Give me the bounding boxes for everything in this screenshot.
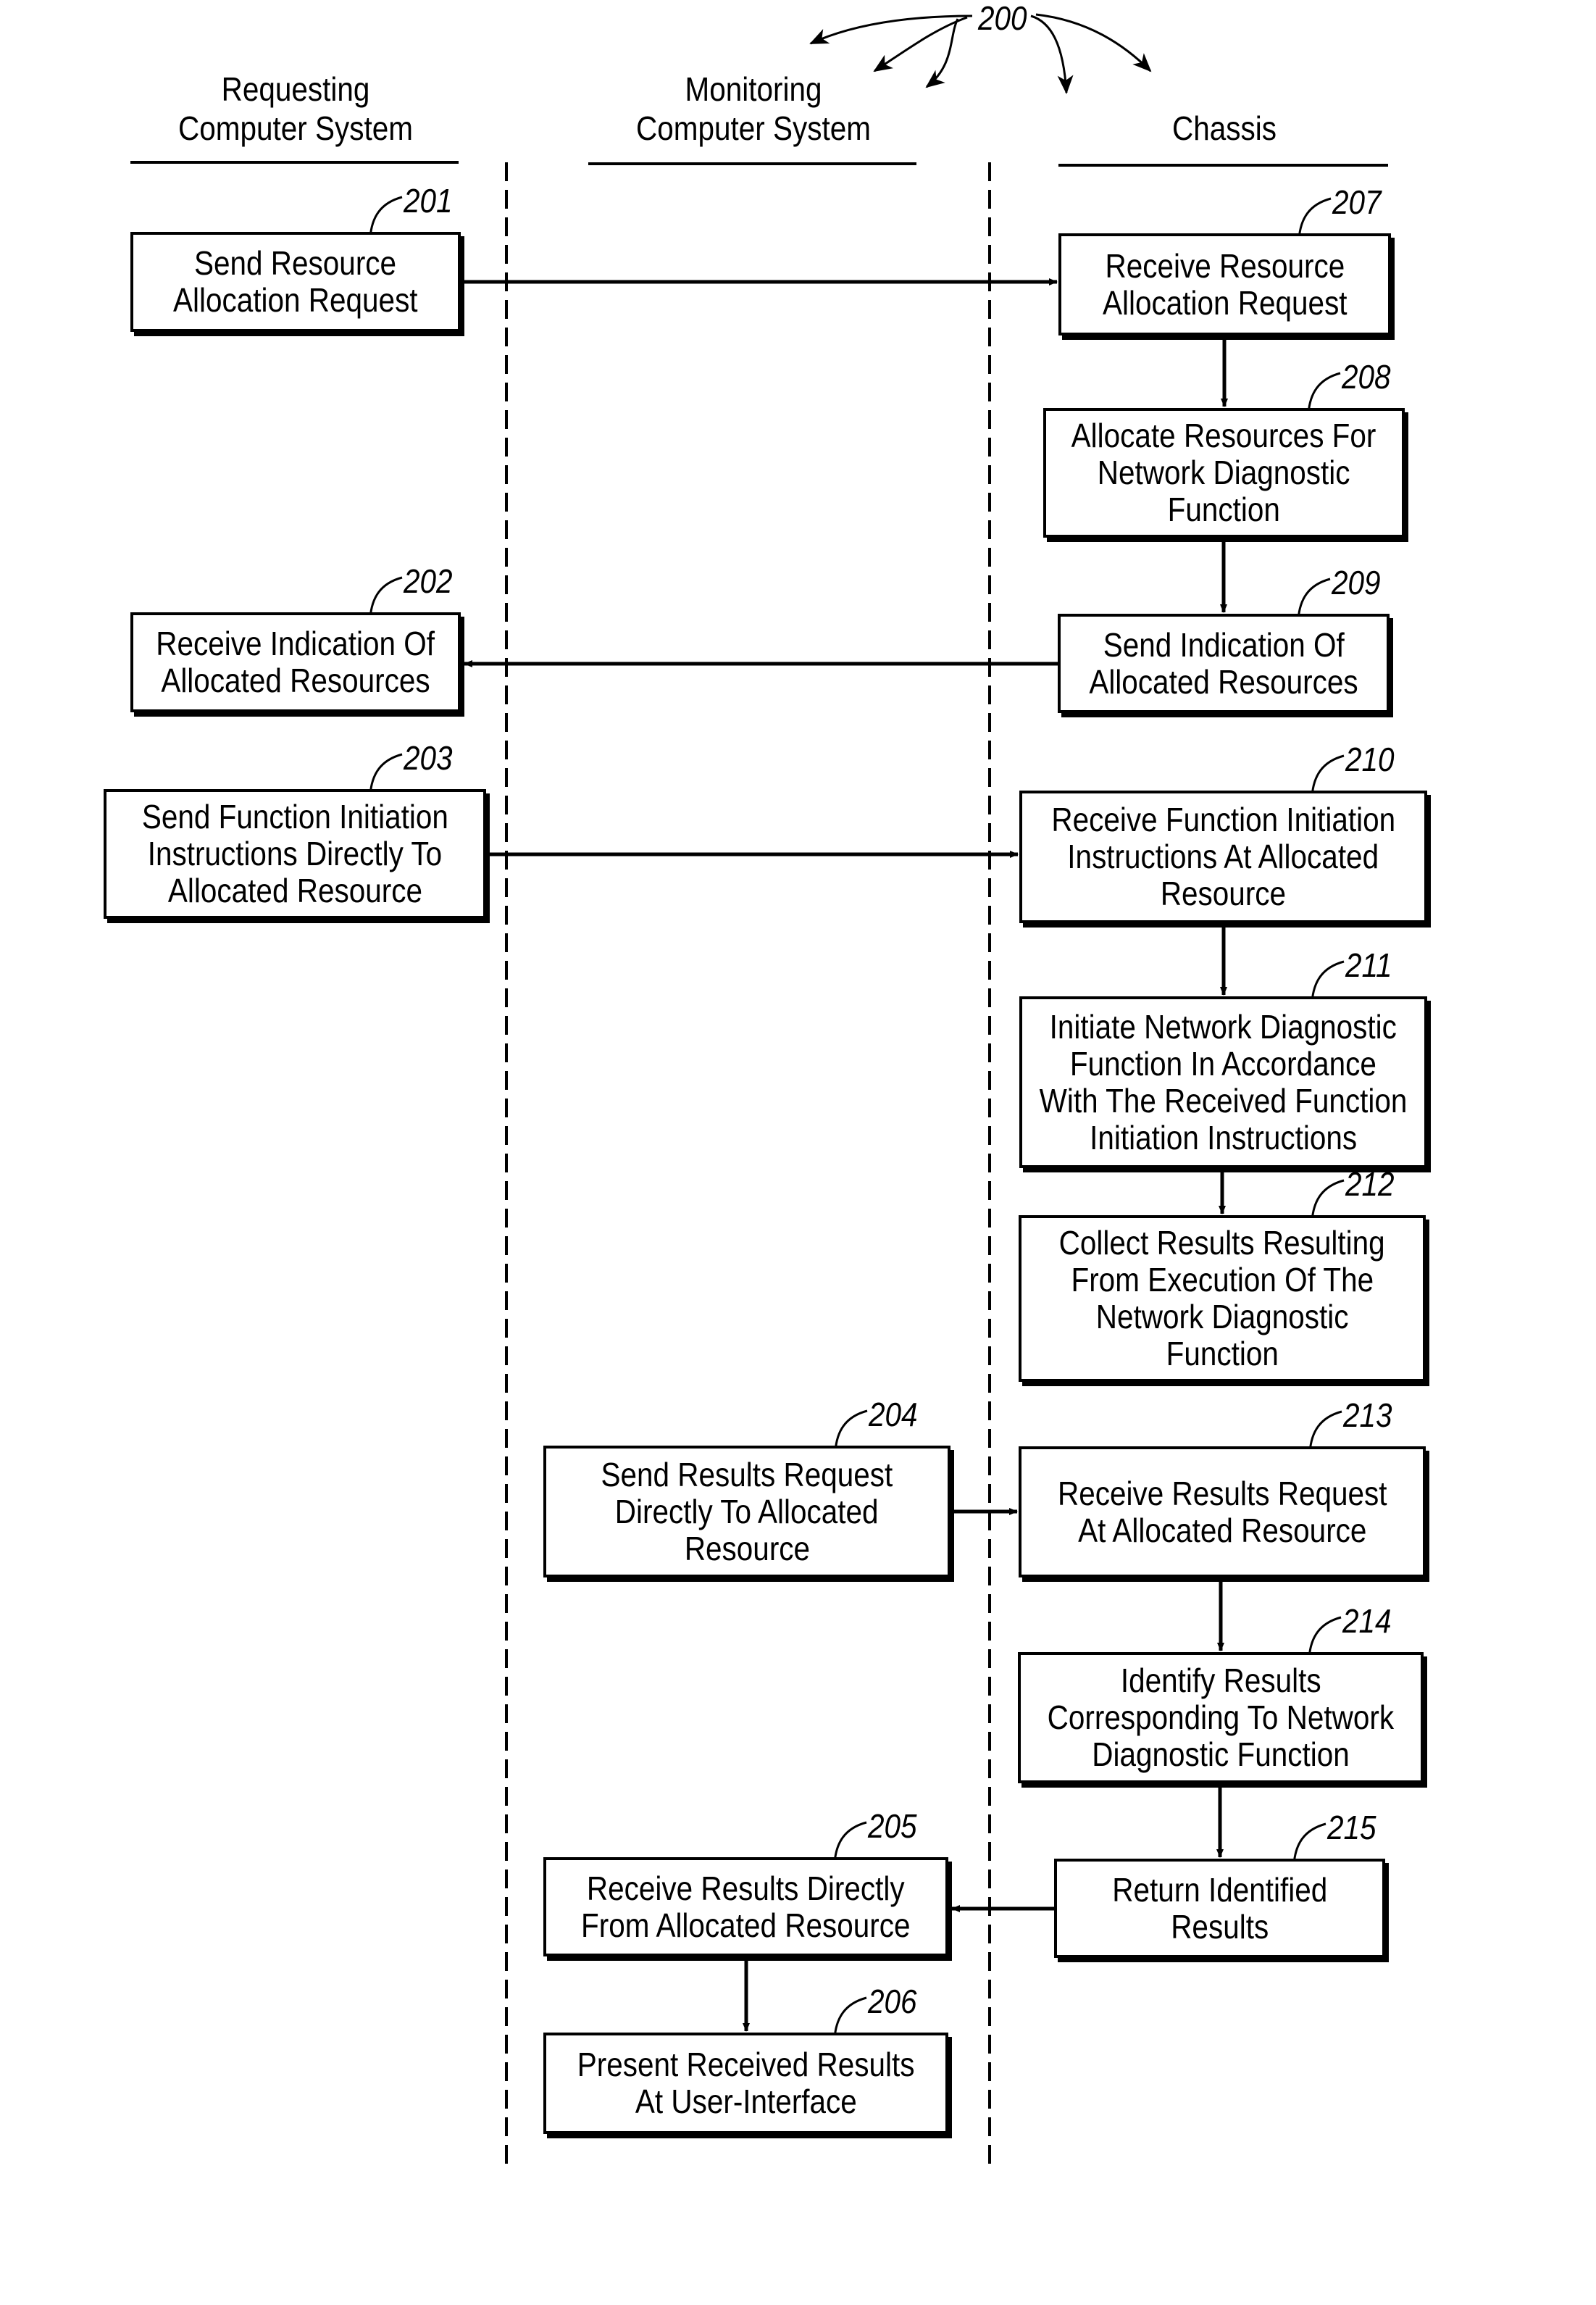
step-text-line: With The Received Function — [1039, 1081, 1408, 1120]
step-reference-203: 203 — [404, 739, 453, 777]
lane-header-underlines — [130, 161, 1388, 167]
step-reference-207: 207 — [1332, 183, 1382, 221]
step-text-line: Return Identified — [1111, 1870, 1328, 1909]
step-box-205: Receive Results Directly From Allocated R… — [543, 1857, 948, 1956]
step-text-line: Identify Results — [1120, 1662, 1321, 1699]
step-text-line: Receive Indication Of — [156, 625, 435, 662]
step-text-line: Function — [1166, 1335, 1279, 1372]
lane-title-requesting: Requesting Computer System — [130, 70, 461, 148]
step-text-line: At User-Interface — [635, 2083, 857, 2120]
lane-title-chassis: Chassis — [1058, 109, 1390, 148]
step-box-215: Return Identified Results — [1054, 1859, 1385, 1958]
step-text-line: Send Indication Of — [1103, 625, 1345, 664]
step-box-211: Initiate Network Diagnostic Function In A… — [1019, 996, 1427, 1168]
step-box-202: Receive Indication Of Allocated Resources — [130, 612, 461, 712]
step-text-line: Allocated Resources — [161, 662, 430, 699]
step-text-line: Diagnostic Function — [1092, 1735, 1350, 1773]
step-box-206: Present Received Results At User-Interfac… — [543, 2033, 948, 2134]
reference-arrow — [873, 16, 968, 72]
step-text-line: Send Results Request — [601, 1455, 893, 1493]
step-text-line: From Execution Of The — [1071, 1261, 1374, 1299]
step-box-209: Send Indication Of Allocated Resources — [1058, 614, 1390, 713]
step-box-203: Send Function Initiation Instructions Dir… — [104, 789, 486, 919]
step-text-line: Network Diagnostic — [1098, 454, 1350, 491]
figure-reference-number: 200 — [978, 0, 1027, 37]
step-text-line: Function In Accordance — [1069, 1044, 1377, 1083]
step-reference-215: 215 — [1327, 1809, 1376, 1846]
step-box-213: Receive Results Request At Allocated Reso… — [1019, 1446, 1426, 1577]
lane-title-monitoring: Monitoring Computer System — [588, 70, 919, 148]
step-text-line: Allocated Resources — [1089, 662, 1358, 701]
step-box-201: Send Resource Allocation Request — [130, 232, 461, 332]
lane-title-line: Chassis — [1172, 109, 1277, 147]
step-text-line: Receive Results Request — [1057, 1474, 1387, 1512]
step-text-line: Corresponding To Network — [1047, 1698, 1395, 1736]
step-text-line: Resource — [684, 1529, 810, 1567]
reference-arrow — [809, 14, 973, 45]
step-box-214: Identify Results Corresponding To Network… — [1018, 1652, 1424, 1783]
step-text-line: Allocated Resource — [167, 872, 422, 909]
lane-title-line: Computer System — [178, 109, 413, 147]
step-reference-204: 204 — [869, 1396, 918, 1433]
step-text-line: Initiation Instructions — [1089, 1118, 1357, 1156]
step-box-207: Receive Resource Allocation Request — [1058, 233, 1391, 335]
step-text-line: Results — [1171, 1907, 1269, 1946]
step-text-line: Directly To Allocated — [615, 1492, 879, 1530]
lane-title-line: Monitoring — [685, 70, 822, 108]
step-box-210: Receive Function Initiation Instructions … — [1019, 791, 1427, 923]
step-reference-214: 214 — [1342, 1602, 1392, 1640]
step-reference-202: 202 — [404, 562, 453, 600]
step-text-line: Resource — [1160, 875, 1287, 912]
step-text-line: Network Diagnostic — [1095, 1298, 1349, 1335]
step-text-line: Allocation Request — [1102, 283, 1348, 322]
step-text-line: Function — [1167, 491, 1281, 528]
reference-arrow — [1030, 14, 1074, 94]
step-box-204: Send Results Request Directly To Allocate… — [543, 1446, 951, 1577]
step-text-line: Instructions Directly To — [147, 835, 443, 872]
step-reference-213: 213 — [1343, 1396, 1392, 1434]
step-text-line: Allocation Request — [173, 281, 418, 319]
step-text-line: Send Resource — [194, 244, 397, 282]
step-text-line: At Allocated Resource — [1077, 1511, 1367, 1549]
step-text-line: Instructions At Allocated — [1067, 838, 1379, 875]
step-reference-209: 209 — [1332, 564, 1381, 601]
lane-title-line: Computer System — [636, 109, 871, 147]
step-text-line: Present Received Results — [577, 2046, 915, 2083]
step-text-line: Receive Results Directly — [587, 1869, 905, 1907]
step-box-212: Collect Results Resulting From Execution … — [1019, 1215, 1426, 1382]
step-reference-205: 205 — [868, 1807, 917, 1845]
reference-arrow — [1035, 13, 1152, 72]
step-reference-208: 208 — [1342, 358, 1391, 396]
step-text-line: Initiate Network Diagnostic — [1049, 1007, 1397, 1046]
step-text-line: Send Function Initiation — [141, 798, 448, 835]
step-text-line: Receive Function Initiation — [1051, 801, 1395, 838]
step-reference-212: 212 — [1345, 1165, 1395, 1203]
lane-title-line: Requesting — [221, 70, 370, 108]
step-text-line: Receive Resource — [1105, 246, 1345, 285]
step-text-line: From Allocated Resource — [581, 1906, 911, 1944]
step-box-208: Allocate Resources For Network Diagnostic… — [1043, 408, 1405, 538]
step-text-line: Allocate Resources For — [1071, 417, 1376, 454]
step-reference-211: 211 — [1345, 946, 1392, 984]
step-reference-201: 201 — [404, 182, 453, 220]
step-reference-206: 206 — [868, 1983, 917, 2020]
step-text-line: Collect Results Resulting — [1059, 1224, 1385, 1262]
step-reference-210: 210 — [1345, 741, 1395, 778]
